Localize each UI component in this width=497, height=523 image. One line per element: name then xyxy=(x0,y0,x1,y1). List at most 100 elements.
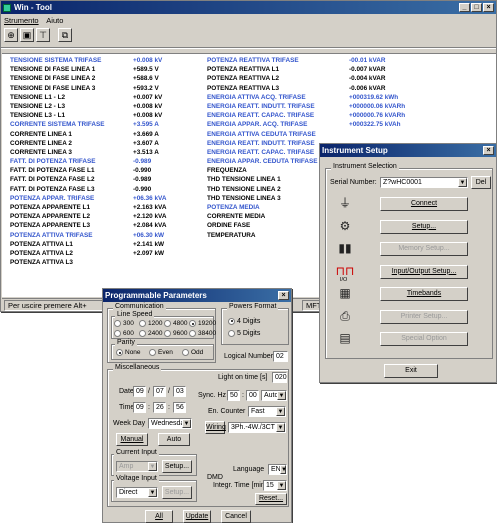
radio-icon[interactable] xyxy=(164,320,171,327)
instrument-selection-label: Instrument Selection xyxy=(331,163,399,170)
time-second-input[interactable]: 56 xyxy=(173,402,186,413)
speed-option-19200[interactable]: 19200 xyxy=(189,320,216,327)
chevron-down-icon[interactable]: ▼ xyxy=(280,465,287,474)
speed-option-2400[interactable]: 2400 xyxy=(139,330,164,337)
parity-option-odd[interactable]: Odd xyxy=(182,349,215,356)
language-select[interactable]: ENG ▼ xyxy=(268,464,287,475)
radio-icon[interactable] xyxy=(116,349,123,356)
radio-icon[interactable] xyxy=(182,349,189,356)
all-button[interactable]: All xyxy=(145,510,173,523)
auto-button[interactable]: Auto xyxy=(158,433,190,446)
connect-icon[interactable]: ⊕ xyxy=(4,28,18,42)
copy-icon[interactable]: ⧉ xyxy=(58,28,72,42)
radio-icon[interactable] xyxy=(139,330,146,337)
chevron-down-icon[interactable]: ▼ xyxy=(182,419,191,428)
cancel-button[interactable]: Cancel xyxy=(221,510,251,523)
integr-time-select[interactable]: 15 ▼ xyxy=(263,480,287,491)
left-measure-label-4: TENSIONE L1 - L2 xyxy=(10,93,66,101)
wiring-select[interactable]: 3Ph.-4W./3CT ▼ xyxy=(228,422,286,433)
time-minute-input[interactable]: 26 xyxy=(153,402,166,413)
voltage-input-select[interactable]: Direct ▼ xyxy=(116,487,158,498)
chevron-down-icon[interactable]: ▼ xyxy=(277,391,286,400)
update-button[interactable]: Update xyxy=(183,510,211,523)
week-day-select[interactable]: Wednesday ▼ xyxy=(148,418,192,429)
close-button[interactable]: × xyxy=(483,3,494,12)
params-close-button[interactable]: × xyxy=(278,291,289,300)
params-titlebar[interactable]: Programmable Parameters × xyxy=(103,289,291,302)
speed-option-600[interactable]: 600 xyxy=(114,330,139,337)
sync-mode-select[interactable]: Auto ▼ xyxy=(261,390,287,401)
chevron-down-icon[interactable]: ▼ xyxy=(277,481,286,490)
manual-button[interactable]: Manual xyxy=(116,433,148,446)
date-day-input[interactable]: 09 xyxy=(133,386,146,397)
week-day-label: Week Day xyxy=(113,420,146,427)
radio-icon[interactable] xyxy=(114,320,121,327)
radio-icon[interactable] xyxy=(228,317,235,325)
parity-option-even[interactable]: Even xyxy=(149,349,182,356)
parity-option-none[interactable]: None xyxy=(116,349,149,356)
wiring-button[interactable]: Wiring xyxy=(205,421,226,434)
file-icon[interactable]: ⊤ xyxy=(36,28,50,42)
setup-titlebar[interactable]: Instrument Setup × xyxy=(320,144,496,157)
logical-number-input[interactable]: 02 xyxy=(273,351,288,362)
radio-icon[interactable] xyxy=(149,349,156,356)
left-measure-label-19: POTENZA ATTIVA TRIFASE xyxy=(10,231,93,239)
current-setup-button[interactable]: Setup... xyxy=(162,460,192,473)
light-on-time-input[interactable]: 020 xyxy=(272,372,287,383)
maximize-button[interactable]: □ xyxy=(471,3,482,12)
setup-button-4[interactable]: Timebands xyxy=(380,287,468,301)
menu-aiuto[interactable]: Aiuto xyxy=(46,16,63,25)
radio-icon[interactable] xyxy=(139,320,146,327)
date-label: Date xyxy=(119,388,134,395)
menu-strumento[interactable]: Strumento xyxy=(4,16,39,25)
radio-icon[interactable] xyxy=(228,329,235,337)
chevron-down-icon[interactable]: ▼ xyxy=(458,178,467,187)
setup-close-button[interactable]: × xyxy=(483,146,494,155)
setup-button-3[interactable]: Input/Output Setup... xyxy=(380,264,468,279)
speed-option-1200[interactable]: 1200 xyxy=(139,320,164,327)
powers-format-group: Powers Format 4 Digits 5 Digits xyxy=(221,303,289,345)
chevron-down-icon[interactable]: ▼ xyxy=(276,407,285,416)
energy-counter-value: Fast xyxy=(251,408,265,415)
left-measure-value-11: -0.989 xyxy=(133,158,152,166)
time-hour-input[interactable]: 09 xyxy=(133,402,146,413)
speed-option-9600[interactable]: 9600 xyxy=(164,330,189,337)
dmd-label: DMD xyxy=(207,474,223,481)
date-month-input[interactable]: 07 xyxy=(153,386,166,397)
reset-button[interactable]: Reset... xyxy=(255,493,287,505)
chevron-down-icon[interactable]: ▼ xyxy=(276,423,285,432)
radio-icon[interactable] xyxy=(164,330,171,337)
panel-icon[interactable]: ▣ xyxy=(20,28,34,42)
left-measure-value-18: +2.084 kVA xyxy=(133,222,167,230)
left-measure-label-3: TENSIONE DI FASE LINEA 3 xyxy=(10,84,96,92)
sync-hz-input-2[interactable]: 00 xyxy=(246,390,259,401)
setup-button-2: Memory Setup... xyxy=(380,242,468,256)
del-button[interactable]: Del xyxy=(471,176,491,189)
speed-option-4800[interactable]: 4800 xyxy=(164,320,189,327)
energy-counter-select[interactable]: Fast ▼ xyxy=(248,406,286,417)
right-measure-value-4: +000319.62 kWh xyxy=(349,93,399,101)
io-caption: I/O xyxy=(340,276,348,283)
radio-icon[interactable] xyxy=(189,330,196,337)
chevron-down-icon[interactable]: ▼ xyxy=(148,488,157,497)
printer-icon: ⎙ xyxy=(340,308,350,323)
left-measure-label-2: TENSIONE DI FASE LINEA 2 xyxy=(10,75,96,83)
minimize-button[interactable]: _ xyxy=(459,3,470,12)
left-measure-label-9: CORRENTE LINEA 2 xyxy=(10,139,72,147)
setup-button-1[interactable]: Setup... xyxy=(380,219,468,234)
date-year-input[interactable]: 03 xyxy=(173,386,186,397)
left-measure-label-14: FATT. DI POTENZA FASE L3 xyxy=(10,185,95,193)
voltage-input-value: Direct xyxy=(119,489,138,496)
digits-option-0[interactable]: 4 Digits xyxy=(228,316,260,328)
speed-option-300[interactable]: 300 xyxy=(114,320,139,327)
serial-number-select[interactable]: Z?wHC0001 ▼ xyxy=(380,177,468,188)
radio-icon[interactable] xyxy=(114,330,121,337)
main-titlebar[interactable]: Win - Tool _ □ × xyxy=(1,1,496,14)
exit-button[interactable]: Exit xyxy=(384,364,438,378)
setup-button-0[interactable]: Connect xyxy=(380,197,468,211)
digits-option-1[interactable]: 5 Digits xyxy=(228,328,260,340)
speed-option-38400[interactable]: 38400 xyxy=(189,330,216,337)
sync-hz-input[interactable]: 50 xyxy=(227,390,240,401)
radio-icon[interactable] xyxy=(189,320,196,327)
right-measure-value-2: -0.004 kVAR xyxy=(349,75,386,83)
